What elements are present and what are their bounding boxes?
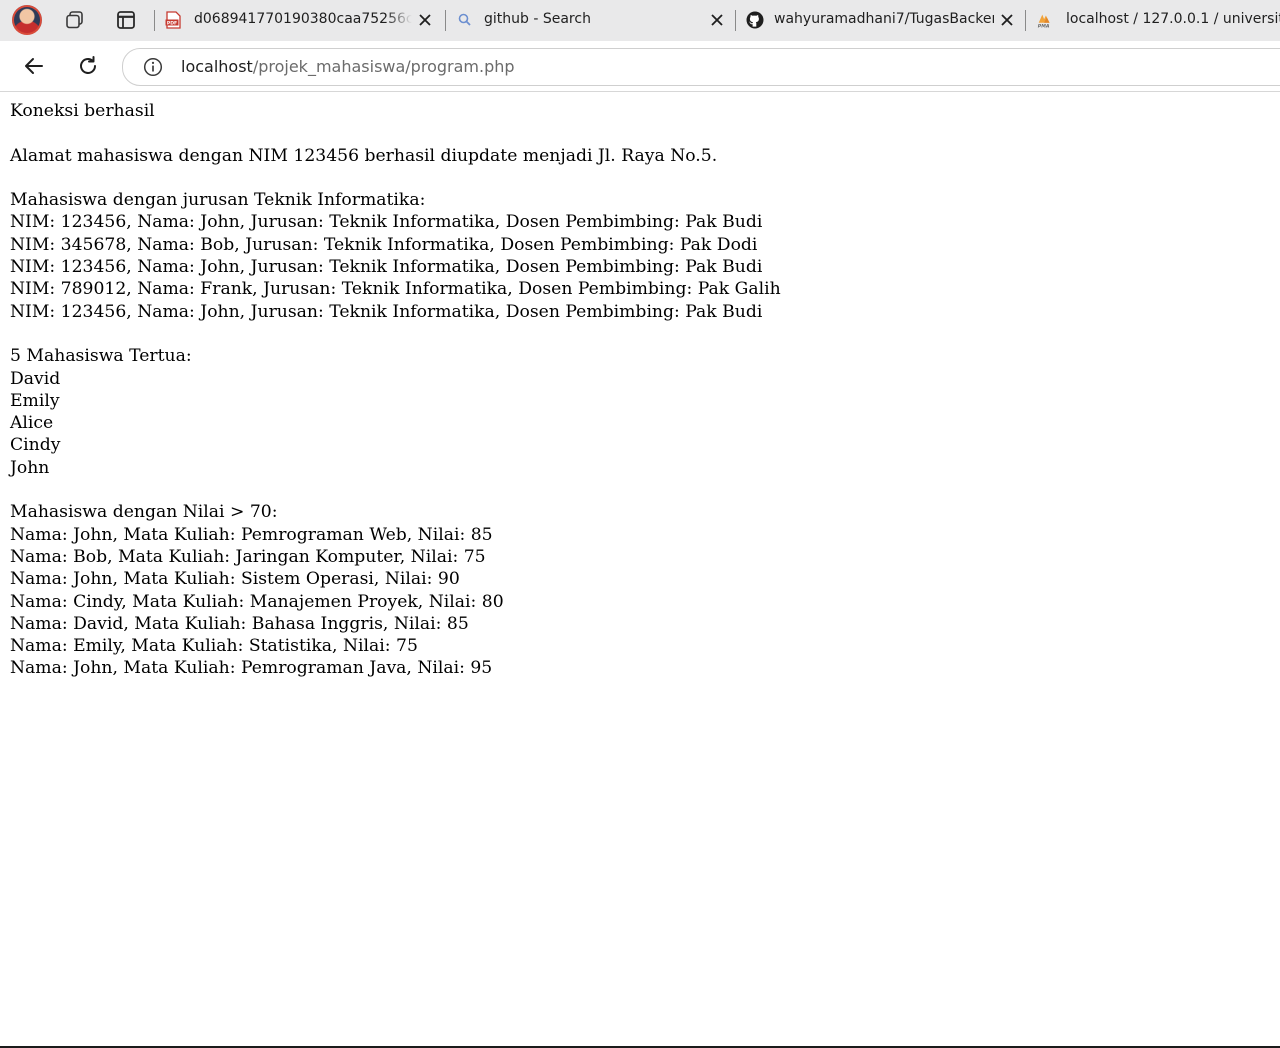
tertua-row: Alice xyxy=(10,413,54,434)
line-break xyxy=(10,323,1270,345)
tab-title: localhost / 127.0.0.1 / universitas xyxy=(1066,11,1280,27)
workspaces-icon[interactable] xyxy=(64,9,86,31)
tertua-row: John xyxy=(10,457,50,478)
close-icon[interactable] xyxy=(416,11,434,29)
url-text[interactable]: localhost/projek_mahasiswa/program.php xyxy=(181,57,515,76)
url-host: localhost xyxy=(181,57,253,76)
phpmyadmin-icon: PMA xyxy=(1038,14,1050,29)
svg-text:PMA: PMA xyxy=(1038,24,1050,29)
update-message: Alamat mahasiswa dengan NIM 123456 berha… xyxy=(10,145,718,166)
close-icon[interactable] xyxy=(998,11,1016,29)
reload-icon[interactable] xyxy=(76,54,100,78)
tab-strip: PDF d068941770190380caa75256cd3e github … xyxy=(0,0,1280,41)
search-icon xyxy=(458,13,471,26)
tertua-heading: 5 Mahasiswa Tertua: xyxy=(10,346,192,367)
nilai-row: Nama: John, Mata Kuliah: Sistem Operasi,… xyxy=(10,569,460,590)
pdf-icon: PDF xyxy=(165,11,181,29)
nilai-heading: Mahasiswa dengan Nilai > 70: xyxy=(10,502,278,523)
nilai-row: Nama: Cindy, Mata Kuliah: Manajemen Proy… xyxy=(10,591,504,612)
browser-toolbar: localhost/projek_mahasiswa/program.php xyxy=(0,41,1280,92)
nilai-row: Nama: John, Mata Kuliah: Pemrograman Web… xyxy=(10,524,493,545)
info-icon[interactable] xyxy=(143,57,163,77)
tab-title: github - Search xyxy=(484,11,591,27)
jurusan-row: NIM: 345678, Nama: Bob, Jurusan: Teknik … xyxy=(10,234,758,255)
tab-pdf-document[interactable]: PDF d068941770190380caa75256cd3e xyxy=(154,0,444,41)
line-break xyxy=(10,167,1270,189)
tertua-row: Emily xyxy=(10,390,60,411)
github-icon xyxy=(746,11,764,29)
tab-phpmyadmin[interactable]: PMA localhost / 127.0.0.1 / universitas xyxy=(1026,0,1280,41)
profile-avatar[interactable] xyxy=(12,5,42,35)
url-path: /projek_mahasiswa/program.php xyxy=(252,57,515,76)
line-break xyxy=(10,122,1270,144)
line-break xyxy=(10,479,1270,501)
tab-github-search[interactable]: github - Search xyxy=(446,0,734,41)
tab-title: d068941770190380caa75256cd3e xyxy=(194,11,412,27)
tertua-row: Cindy xyxy=(10,435,61,456)
nilai-row: Nama: John, Mata Kuliah: Pemrograman Jav… xyxy=(10,658,493,679)
tab-title: wahyuramadhani7/TugasBackend xyxy=(774,11,994,27)
nilai-row: Nama: David, Mata Kuliah: Bahasa Inggris… xyxy=(10,613,469,634)
connection-status: Koneksi berhasil xyxy=(10,101,155,121)
jurusan-row: NIM: 123456, Nama: John, Jurusan: Teknik… xyxy=(10,212,763,233)
nilai-row: Nama: Emily, Mata Kuliah: Statistika, Ni… xyxy=(10,636,418,657)
tertua-row: David xyxy=(10,368,61,389)
jurusan-heading: Mahasiswa dengan jurusan Teknik Informat… xyxy=(10,190,426,211)
close-icon[interactable] xyxy=(708,11,726,29)
svg-text:PDF: PDF xyxy=(167,20,177,26)
back-arrow-icon[interactable] xyxy=(22,54,46,78)
jurusan-row: NIM: 123456, Nama: John, Jurusan: Teknik… xyxy=(10,257,763,278)
tab-actions-icon[interactable] xyxy=(115,9,137,31)
tab-github-repo[interactable]: wahyuramadhani7/TugasBackend xyxy=(736,0,1024,41)
nilai-row: Nama: Bob, Mata Kuliah: Jaringan Kompute… xyxy=(10,546,486,567)
page-content: Koneksi berhasil Alamat mahasiswa dengan… xyxy=(10,100,1270,680)
jurusan-row: NIM: 123456, Nama: John, Jurusan: Teknik… xyxy=(10,301,763,322)
jurusan-row: NIM: 789012, Nama: Frank, Jurusan: Tekni… xyxy=(10,279,781,300)
address-bar[interactable]: localhost/projek_mahasiswa/program.php xyxy=(122,48,1280,86)
